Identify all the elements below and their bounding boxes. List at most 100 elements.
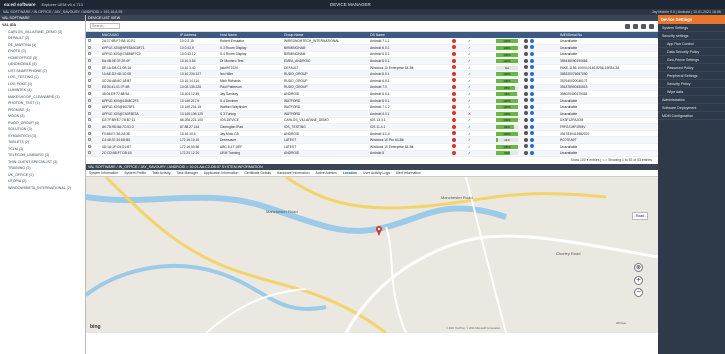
table-row[interactable]: APPLE-IOS@7A0F8E3A 10.145.136.129 S.3 Tuni… <box>86 110 658 118</box>
table-row[interactable]: 48:04:E9:77:88:9A 10.104.12.49 Jay Savoury… <box>86 90 658 98</box>
row-checkbox[interactable] <box>86 110 100 118</box>
row-checkbox[interactable] <box>86 90 100 98</box>
row-checkbox[interactable] <box>86 97 100 105</box>
device-info-icon[interactable] <box>524 51 528 56</box>
remote-icon[interactable] <box>530 78 534 83</box>
checkbox-icon[interactable] <box>88 105 91 109</box>
remote-icon[interactable] <box>530 131 534 136</box>
remote-icon[interactable] <box>530 111 534 116</box>
device-info-icon[interactable] <box>524 38 528 43</box>
remote-icon[interactable] <box>530 91 534 96</box>
remote-icon[interactable] <box>530 150 534 155</box>
row-checkbox[interactable] <box>86 57 100 65</box>
settings-item[interactable]: Administration <box>658 96 725 104</box>
settings-item[interactable]: Peripheral Settings <box>658 72 725 80</box>
checkbox-icon[interactable] <box>88 92 91 96</box>
remote-icon[interactable] <box>530 98 534 103</box>
device-info-icon[interactable] <box>524 65 528 70</box>
table-row[interactable]: 10:AE:D2:4D:1C:08 10.10.234.127 Ian Hiller… <box>86 70 658 79</box>
remote-icon[interactable] <box>530 71 534 76</box>
row-checkbox[interactable] <box>86 130 100 138</box>
checkbox-icon[interactable] <box>88 65 91 69</box>
checkbox-icon[interactable] <box>88 144 91 148</box>
tab-certificate-details[interactable]: Certificate Details <box>244 171 271 175</box>
table-row[interactable]: APPLE-IOS@6D78F1 10.145.231.15 Watford Way… <box>86 103 658 112</box>
checkbox-icon[interactable] <box>88 138 91 142</box>
remote-icon[interactable] <box>530 45 534 50</box>
table-row[interactable]: APPLE-IOS@1B48C2F3 10.145.217.9 S.4 Devime… <box>86 97 658 105</box>
settings-item[interactable]: App Run Control <box>658 40 725 48</box>
device-info-icon[interactable] <box>524 78 528 83</box>
checkbox-icon[interactable] <box>88 151 91 155</box>
refresh-icon[interactable] <box>649 23 654 29</box>
row-checkbox[interactable] <box>86 51 100 59</box>
checkbox-icon[interactable] <box>88 59 91 63</box>
checkbox-icon[interactable] <box>88 78 91 82</box>
device-info-icon[interactable] <box>524 131 528 136</box>
table-row[interactable]: E8:34:41:01:7F:4B 10.02.135.126 Paul Patte… <box>86 84 658 92</box>
tree-item[interactable]: WINDOWSBETA_INTERNATIONAL (2) <box>2 185 83 192</box>
location-map[interactable]: Manchester Road Manchester Road Chorley … <box>86 177 658 334</box>
settings-item[interactable]: Security settings <box>658 32 725 40</box>
row-checkbox[interactable] <box>86 38 100 46</box>
table-row[interactable]: 2C:CD:6B:F7:D8:1B 172.20.12.20 UEM Trainin… <box>86 150 658 158</box>
table-row[interactable]: C4:48:37:34:6D:B0 172.16.10.15 Dremsaver LA… <box>86 136 658 144</box>
tab-system-information[interactable]: System Information <box>89 171 118 175</box>
checkbox-icon[interactable] <box>88 111 91 115</box>
remote-icon[interactable] <box>530 84 534 89</box>
row-checkbox[interactable] <box>86 117 100 125</box>
tab-task-activity[interactable]: Task Activity <box>152 171 170 175</box>
device-info-icon[interactable] <box>524 111 528 116</box>
remote-icon[interactable] <box>530 65 534 70</box>
checkbox-icon[interactable] <box>88 85 91 89</box>
device-info-icon[interactable] <box>524 84 528 89</box>
checkbox-icon[interactable] <box>88 72 91 76</box>
settings-item[interactable]: Geo-Fence Settings <box>658 56 725 64</box>
table-row[interactable]: D2:7F:B9:E7:7B:B7:11 66.206.221.100 IOS-DE… <box>86 117 658 125</box>
tab-system-profile[interactable]: System Profile <box>124 171 146 175</box>
device-info-icon[interactable] <box>524 91 528 96</box>
remote-icon[interactable] <box>530 51 534 56</box>
row-checkbox[interactable] <box>86 123 100 131</box>
device-info-icon[interactable] <box>524 104 528 109</box>
row-checkbox[interactable] <box>86 136 100 144</box>
settings-item[interactable]: System Settings <box>658 24 725 32</box>
device-info-icon[interactable] <box>524 71 528 76</box>
table-row[interactable]: 4D:1A:1F:C5:D1:B7 172.16.50.56 ABC-8-1T-DE… <box>86 143 658 151</box>
row-checkbox[interactable] <box>86 103 100 112</box>
checkbox-icon[interactable] <box>88 118 91 122</box>
table-row[interactable]: A0:7D:9D:8A:7C:51:3 87.88.27.144 Carringto… <box>86 123 658 131</box>
remote-icon[interactable] <box>530 104 534 109</box>
settings-item[interactable]: Wipe data <box>658 88 725 96</box>
tab-application-information[interactable]: Application Information <box>204 171 239 175</box>
table-row[interactable]: 2A:17:9B:F7:B8:1C:F1 10.0.2.15 Robert Emul… <box>86 38 658 46</box>
remote-icon[interactable] <box>530 117 534 122</box>
settings-item[interactable]: Data Security Policy <box>658 48 725 56</box>
tab-alert-information[interactable]: Alert Information <box>396 171 421 175</box>
checkbox-icon[interactable] <box>88 98 91 102</box>
remote-icon[interactable] <box>530 38 534 43</box>
tab-task-manager[interactable]: Task Manager <box>177 171 198 175</box>
table-row[interactable]: 8A:4B:0E:37:2E:0F 10.10.3.54 Dr Montero Te… <box>86 57 658 65</box>
map-canvas[interactable]: Manchester Road Manchester Road Chorley … <box>86 177 658 334</box>
device-info-icon[interactable] <box>524 124 528 129</box>
checkbox-icon[interactable] <box>88 125 91 129</box>
remote-icon[interactable] <box>530 144 534 149</box>
settings-item[interactable]: Password Policy <box>658 64 725 72</box>
device-info-icon[interactable] <box>524 45 528 50</box>
tab-hardware-information[interactable]: Hardware Information <box>277 171 310 175</box>
checkbox-icon[interactable] <box>88 45 91 49</box>
export-icon[interactable] <box>641 23 646 29</box>
tab-location[interactable]: Location <box>343 171 357 175</box>
table-row[interactable]: APPLE-IOS@9FE5A0C8F71 10.0.43.9 S.3 Room D… <box>86 44 658 52</box>
device-info-icon[interactable] <box>524 144 528 149</box>
table-row[interactable]: 0C:2A:AB:8C:18:B7 10.10.14.114 Mick Richar… <box>86 77 658 85</box>
row-checkbox[interactable] <box>86 143 100 151</box>
tab-user-activity-logs[interactable]: User Activity Logs <box>363 171 390 175</box>
remote-icon[interactable] <box>530 137 534 142</box>
device-info-icon[interactable] <box>524 98 528 103</box>
columns-icon[interactable] <box>633 23 638 29</box>
remote-icon[interactable] <box>530 124 534 129</box>
device-info-icon[interactable] <box>524 150 528 155</box>
row-checkbox[interactable] <box>86 44 100 52</box>
